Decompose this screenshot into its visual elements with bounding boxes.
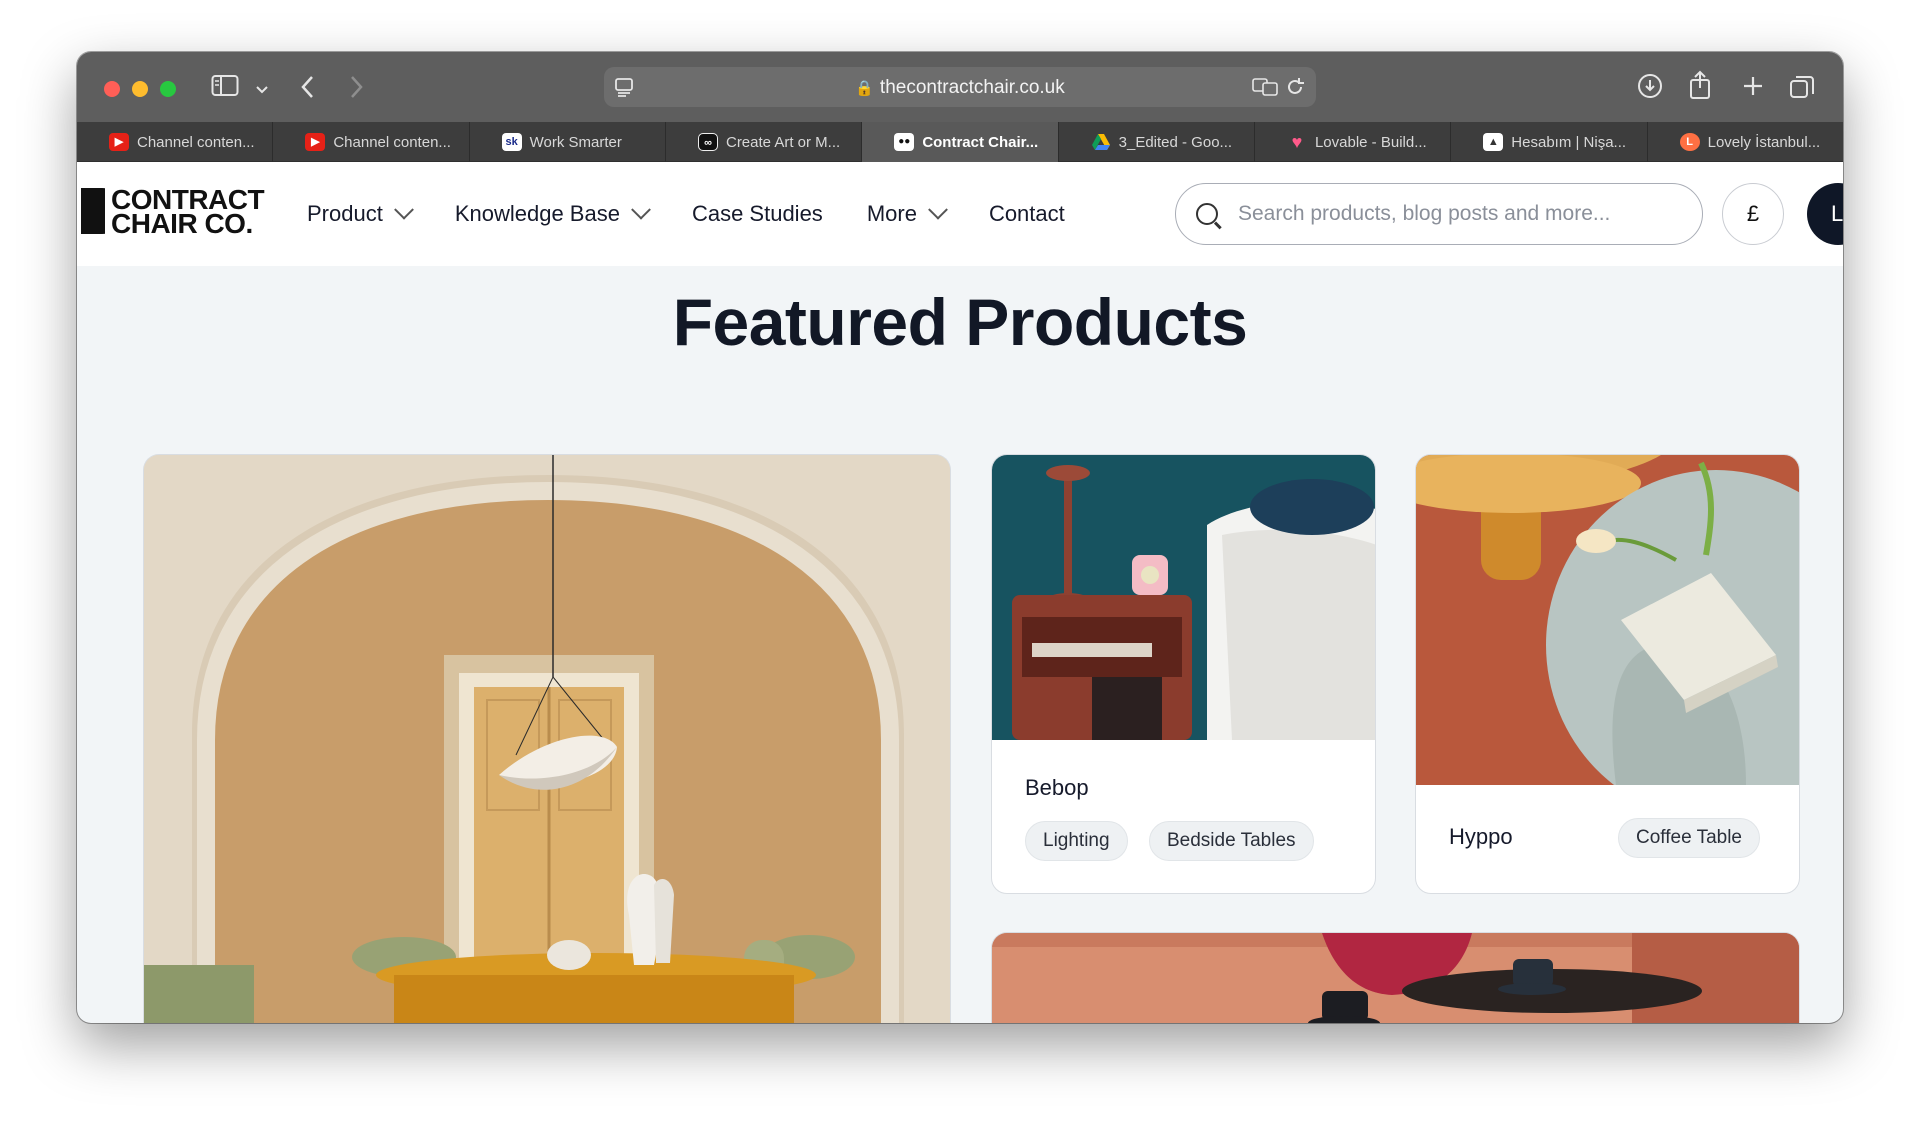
main-nav: Product Knowledge Base Case Studies More… [307, 162, 1109, 266]
browser-toolbar: 🔒 thecontractchair.co.uk [77, 52, 1843, 122]
nav-product[interactable]: Product [307, 199, 414, 227]
download-icon[interactable] [1637, 73, 1663, 103]
lovely-icon: L [1679, 133, 1700, 151]
product-card-hyppo[interactable]: Hyppo Coffee Table [1415, 454, 1800, 894]
contract-chair-icon: ●● [894, 133, 915, 151]
account-button[interactable]: L [1807, 183, 1843, 245]
browser-tab[interactable]: ▲ Hesabım | Nişa... [1451, 122, 1648, 162]
browser-tab-active[interactable]: ●● Contract Chair... [862, 122, 1059, 162]
site-logo[interactable]: CONTRACT CHAIR CO. [81, 186, 271, 238]
nav-case-studies[interactable]: Case Studies [692, 201, 823, 227]
nav-label: Knowledge Base [454, 201, 620, 226]
tab-group-chevron-icon[interactable] [255, 79, 269, 101]
share-icon[interactable] [1688, 70, 1712, 104]
account-icon: ▲ [1483, 133, 1504, 151]
browser-tab[interactable]: 3_Edited - Goo... [1059, 122, 1255, 162]
youtube-icon: ▶ [109, 133, 129, 151]
nav-more[interactable]: More [866, 199, 948, 227]
tag-bedside-tables[interactable]: Bedside Tables [1149, 821, 1314, 861]
chevron-down-icon [393, 199, 414, 220]
address-bar[interactable]: 🔒 thecontractchair.co.uk [604, 67, 1316, 107]
chevron-down-icon [928, 199, 948, 220]
page-title: Featured Products [672, 285, 1248, 359]
nav-knowledge-base[interactable]: Knowledge Base [454, 199, 651, 227]
nav-contact[interactable]: Contact [989, 201, 1065, 227]
lock-icon: 🔒 [855, 80, 874, 97]
search-icon [1196, 203, 1218, 225]
browser-tab[interactable]: sk Work Smarter [470, 122, 666, 162]
reload-icon[interactable] [1284, 76, 1306, 102]
new-tab-icon[interactable] [1741, 74, 1765, 102]
browser-tab[interactable]: L Lovely İstanbul... [1648, 122, 1843, 162]
browser-tab[interactable]: ♥ Lovable - Build... [1255, 122, 1452, 162]
featured-product-teaser[interactable] [991, 932, 1800, 1023]
browser-window: 🔒 thecontractchair.co.uk ▶ Channel conten… [77, 52, 1843, 1023]
zoom-window-button[interactable] [160, 81, 176, 97]
heart-icon: ♥ [1291, 132, 1303, 152]
forward-icon[interactable] [347, 74, 365, 104]
product-card-bebop[interactable]: Bebop Lighting Bedside Tables [991, 454, 1376, 894]
tab-strip: ▶ Channel conten... ▶ Channel conten... … [77, 122, 1843, 162]
chevron-down-icon [631, 199, 651, 220]
sk-icon: sk [501, 133, 522, 151]
tag-lighting[interactable]: Lighting [1025, 821, 1128, 861]
google-drive-icon [1091, 133, 1111, 151]
product-name: Bebop [1025, 775, 1089, 800]
tab-overview-icon[interactable] [1789, 74, 1815, 104]
product-name: Hyppo [1449, 824, 1513, 849]
featured-product-hero[interactable] [143, 454, 951, 1023]
bebop-product-image [992, 455, 1375, 740]
currency-button[interactable]: £ [1722, 183, 1784, 245]
infinity-icon: ∞ [697, 133, 718, 151]
sidebar-toggle-icon[interactable] [211, 74, 239, 102]
hyppo-product-image [1416, 455, 1799, 785]
logo-line-2: CHAIR CO. [111, 208, 253, 239]
dining-room-image [144, 455, 950, 1023]
browser-tab[interactable]: ▶ Channel conten... [273, 122, 470, 162]
site-header: CONTRACT CHAIR CO. Product Knowledge Bas… [77, 162, 1843, 266]
back-icon[interactable] [299, 74, 317, 104]
browser-tab[interactable]: ∞ Create Art or M... [666, 122, 863, 162]
url-text: thecontractchair.co.uk [879, 77, 1065, 98]
site-search[interactable] [1175, 183, 1703, 245]
cafe-tables-image [992, 933, 1799, 1023]
translate-icon[interactable] [1252, 77, 1278, 101]
browser-tab[interactable]: ▶ Channel conten... [77, 122, 274, 162]
minimize-window-button[interactable] [132, 81, 148, 97]
search-input[interactable] [1238, 198, 1678, 230]
tag-coffee-table[interactable]: Coffee Table [1618, 818, 1760, 858]
close-window-button[interactable] [104, 81, 120, 97]
youtube-icon: ▶ [305, 133, 326, 151]
nav-label: More [866, 201, 917, 226]
nav-label: Product [307, 201, 383, 226]
nav-label: Contact [988, 201, 1065, 226]
nav-label: Case Studies [691, 201, 823, 226]
